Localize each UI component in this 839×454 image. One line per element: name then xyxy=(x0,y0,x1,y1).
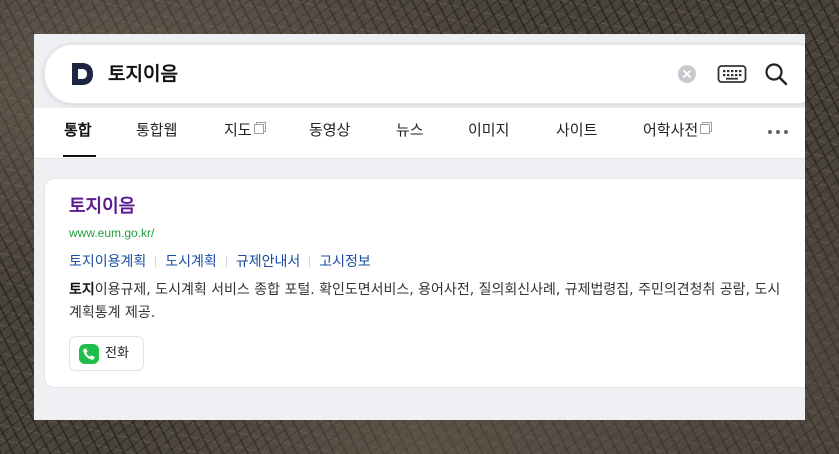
divider xyxy=(309,256,311,267)
divider xyxy=(155,256,157,267)
tab-news[interactable]: 뉴스 xyxy=(396,119,424,141)
more-icon[interactable] xyxy=(767,129,789,135)
tab-sites[interactable]: 사이트 xyxy=(556,119,597,141)
result-url[interactable]: www.eum.go.kr/ xyxy=(69,224,154,242)
divider xyxy=(225,256,227,267)
browser-window: 토지이음 통합 통합웹 지도 동영상 뉴스 이미지 사이트 어학사전 토지이음 … xyxy=(34,34,805,420)
tab-video[interactable]: 동영상 xyxy=(309,119,350,141)
tab-dictionary[interactable]: 어학사전 xyxy=(643,119,711,141)
phone-button[interactable]: 전화 xyxy=(69,336,144,371)
sitelinks: 토지이용계획 도시계획 규제안내서 고시정보 xyxy=(69,251,371,271)
tab-map-label: 지도 xyxy=(224,121,252,139)
clear-icon[interactable] xyxy=(678,65,696,83)
search-result-card: 토지이음 www.eum.go.kr/ 토지이용계획 도시계획 규제안내서 고시정보 … xyxy=(44,178,805,388)
phone-icon xyxy=(79,344,99,364)
search-tabs: 통합 통합웹 지도 동영상 뉴스 이미지 사이트 어학사전 xyxy=(34,108,805,159)
search-bar[interactable]: 토지이음 xyxy=(44,44,805,104)
tab-map[interactable]: 지도 xyxy=(224,119,264,141)
result-snippet: 토지이용규제, 도시계획 서비스 종합 포털. 확인도면서비스, 용어사전, 질… xyxy=(69,279,789,325)
tab-dictionary-label: 어학사전 xyxy=(643,121,699,139)
external-window-icon xyxy=(253,124,264,134)
search-query-input[interactable]: 토지이음 xyxy=(108,60,178,88)
snippet-text: 이용규제, 도시계획 서비스 종합 포털. 확인도면서비스, 용어사전, 질의회… xyxy=(69,282,781,321)
tab-images[interactable]: 이미지 xyxy=(468,119,509,141)
sitelink-land-use-plan[interactable]: 토지이용계획 xyxy=(69,252,146,272)
sitelink-urban-plan[interactable]: 도시계획 xyxy=(165,252,217,272)
sitelink-notice-info[interactable]: 고시정보 xyxy=(319,252,371,272)
tab-integrated-web[interactable]: 통합웹 xyxy=(136,119,177,141)
phone-label: 전화 xyxy=(105,346,129,361)
keyboard-icon[interactable] xyxy=(717,63,747,85)
d-logo-icon[interactable] xyxy=(69,61,95,87)
sitelink-regulation-guide[interactable]: 규제안내서 xyxy=(236,252,300,272)
snippet-highlight: 토지 xyxy=(69,282,95,298)
external-window-icon xyxy=(700,124,711,134)
active-tab-indicator xyxy=(63,155,96,157)
result-title-link[interactable]: 토지이음 xyxy=(69,194,135,220)
tab-integrated[interactable]: 통합 xyxy=(64,119,92,141)
search-icon[interactable] xyxy=(763,61,789,87)
